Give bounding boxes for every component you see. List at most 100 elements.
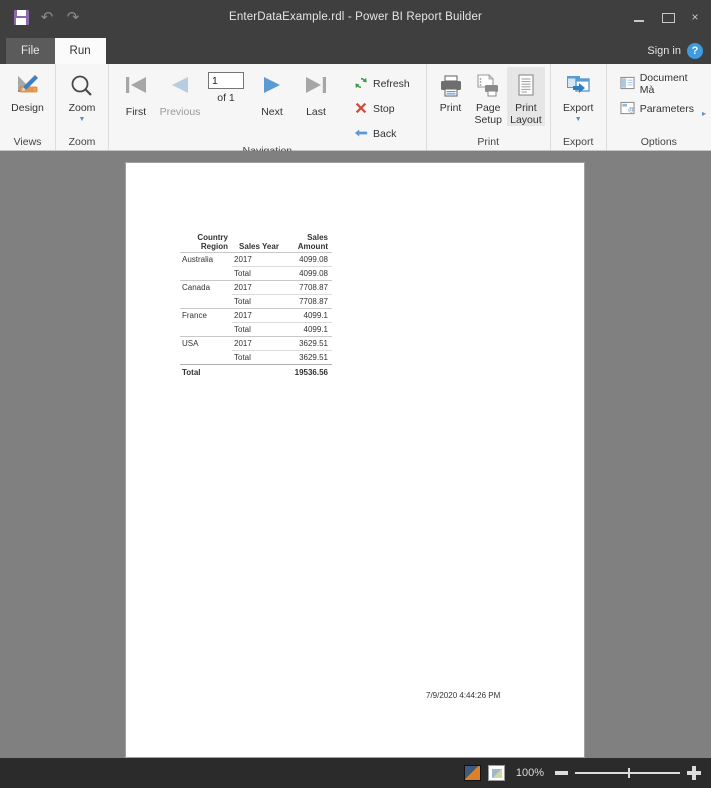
redo-icon: ↷ [66, 8, 80, 26]
ribbon-group-views-label: Views [13, 136, 42, 148]
tab-run[interactable]: Run [54, 38, 106, 64]
cell-subtotal: 7708.87 [288, 294, 332, 309]
page-number-input[interactable] [208, 72, 244, 89]
document-map-button[interactable]: Document Mà [616, 72, 698, 96]
chevron-down-icon[interactable]: ▼ [575, 116, 582, 123]
cell-subtotal-label: Total [232, 294, 288, 309]
report-canvas[interactable]: Country Region Sales Year Sales Amount A… [0, 151, 711, 758]
previous-page-button[interactable]: Previous [158, 67, 202, 118]
ribbon-group-export: Export ▼ Export [549, 64, 606, 150]
refresh-label: Refresh [373, 78, 410, 90]
ribbon-group-print: Print Page Setup Print Layout Print [425, 64, 550, 150]
zoom-out-button[interactable] [555, 771, 568, 775]
window-controls: × [631, 9, 711, 25]
print-layout-button[interactable]: Print Layout [507, 67, 545, 126]
header-country-line1: Country [197, 233, 228, 242]
table-row: France 2017 4099.1 [180, 308, 332, 323]
cell-country [180, 267, 232, 281]
first-page-icon [122, 72, 150, 103]
minimize-button[interactable] [631, 9, 647, 25]
cell-amount: 3629.51 [288, 336, 332, 351]
page-setup-button[interactable]: Page Setup [469, 67, 507, 126]
undo-button[interactable]: ↶ [36, 6, 58, 28]
ribbon-group-export-label: Export [563, 136, 594, 148]
table-row: Total 4099.08 [180, 266, 332, 281]
header-amount-line1: Sales [307, 233, 328, 242]
export-button[interactable]: Export ▼ [556, 67, 601, 123]
report-timestamp: 7/9/2020 4:44:26 PM [426, 691, 501, 700]
back-button[interactable]: Back [350, 123, 414, 145]
table-header-row: Country Region Sales Year Sales Amount [180, 231, 332, 253]
parameters-label: Parameters [639, 103, 694, 115]
zoom-button-label: Zoom [68, 102, 96, 114]
save-icon [13, 9, 29, 25]
close-button[interactable]: × [687, 9, 703, 25]
last-page-label: Last [306, 106, 326, 118]
cell-amount: 4099.08 [288, 252, 332, 267]
parameters-button[interactable]: @ Parameters [616, 98, 698, 120]
zoom-button[interactable]: Zoom ▼ [61, 67, 103, 123]
refresh-button[interactable]: Refresh [350, 73, 414, 95]
zoom-slider-thumb[interactable] [627, 768, 630, 778]
zoom-in-button[interactable] [687, 766, 701, 780]
back-label: Back [373, 128, 397, 140]
table-row: Canada 2017 7708.87 [180, 280, 332, 295]
first-page-button[interactable]: First [114, 67, 158, 118]
ribbon: Design Views Zoom ▼ Zoom First Previous … [0, 64, 711, 157]
options-expand-icon[interactable]: ▸ [702, 109, 706, 118]
print-layout-label: Print Layout [510, 102, 542, 126]
zoom-slider[interactable] [575, 766, 680, 780]
chevron-down-icon[interactable]: ▼ [79, 116, 86, 123]
next-page-label: Next [261, 106, 283, 118]
redo-button[interactable]: ↷ [62, 6, 84, 28]
print-button[interactable]: Print [432, 67, 470, 115]
ribbon-group-views: Design Views [0, 64, 55, 150]
cell-subtotal-label: Total [232, 350, 288, 365]
export-icon [565, 71, 591, 101]
page-setup-label: Page Setup [474, 102, 502, 126]
header-sales-amount: Sales Amount [288, 231, 332, 253]
print-preview-icon[interactable] [463, 765, 481, 781]
stop-button[interactable]: Stop [350, 98, 414, 120]
page-number-area: of 1 [202, 67, 250, 104]
table-row: USA 2017 3629.51 [180, 336, 332, 351]
tab-file[interactable]: File [6, 38, 55, 64]
document-map-icon [620, 76, 635, 93]
restore-button[interactable] [659, 9, 675, 25]
cell-amount: 7708.87 [288, 280, 332, 295]
printer-icon [438, 71, 464, 101]
header-country-region: Country Region [180, 231, 232, 253]
window-title: EnterDataExample.rdl - Power BI Report B… [229, 11, 482, 23]
cell-country [180, 351, 232, 365]
previous-page-icon [166, 72, 194, 103]
header-amount-line2: Amount [297, 242, 328, 251]
export-label: Export [563, 102, 594, 114]
design-view-button[interactable]: Design [5, 67, 50, 115]
ribbon-group-options-label: Options [640, 136, 677, 148]
next-page-button[interactable]: Next [250, 67, 294, 118]
cell-subtotal-label: Total [232, 266, 288, 281]
svg-text:@: @ [628, 106, 635, 113]
help-icon[interactable]: ? [687, 43, 703, 59]
next-page-icon [258, 72, 286, 103]
cell-subtotal: 4099.1 [288, 322, 332, 337]
stop-icon [354, 101, 368, 118]
table-row: Total 7708.87 [180, 294, 332, 309]
header-sales-year: Sales Year [232, 231, 288, 253]
cell-country: France [180, 308, 232, 323]
cell-country [180, 323, 232, 337]
sign-in-button[interactable]: Sign in [647, 45, 681, 57]
cell-country: USA [180, 336, 232, 351]
page-setup-icon [475, 71, 501, 101]
cell-year: 2017 [232, 336, 288, 351]
last-page-button[interactable]: Last [294, 67, 338, 118]
stop-label: Stop [373, 103, 395, 115]
last-page-icon [302, 72, 330, 103]
page-view-icon[interactable] [487, 765, 505, 781]
magnifier-icon [69, 71, 95, 101]
document-map-label: Document Mà [639, 72, 688, 96]
ribbon-group-zoom-label: Zoom [68, 136, 96, 148]
first-page-label: First [125, 106, 147, 118]
quick-access-toolbar: ↶ ↷ [0, 6, 84, 28]
save-button[interactable] [10, 6, 32, 28]
